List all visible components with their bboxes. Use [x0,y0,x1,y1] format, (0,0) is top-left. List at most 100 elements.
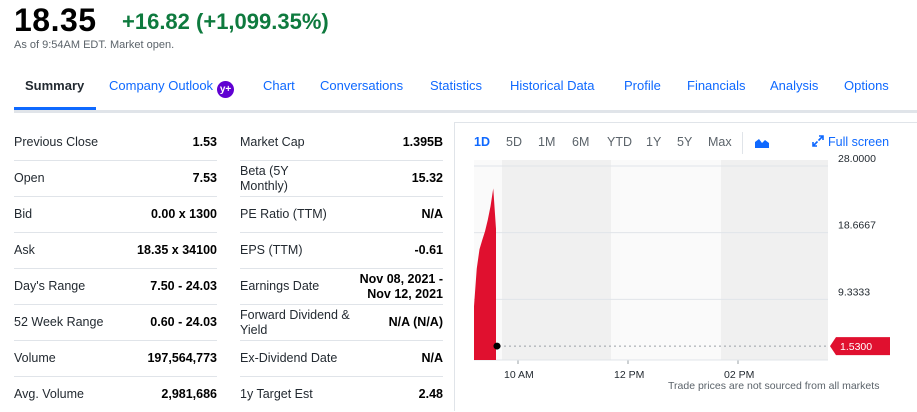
x-tick-label: 10 AM [504,369,534,380]
table-row: Bid 0.00 x 1300 [14,197,217,233]
tab-label: Summary [25,78,85,93]
quote-price: 18.35 [14,2,97,38]
stat-value: 7.53 [192,171,217,185]
table-row: 52 Week Range 0.60 - 24.03 [14,305,217,341]
stat-label: 1y Target Est [240,387,313,401]
stat-value: 2,981,686 [161,387,217,401]
x-tick-label: 02 PM [724,369,754,380]
stat-label: Volume [14,351,56,365]
stat-value: N/A [421,351,443,365]
stat-label: Open [14,171,45,185]
tab-financials[interactable]: Financials [687,78,746,93]
chart-footnote: Trade prices are not sourced from all ma… [668,380,880,392]
stat-label: Previous Close [14,135,99,149]
expand-arrows-icon [812,135,824,147]
tab-options[interactable]: Options [844,78,889,93]
tab-company-outlook[interactable]: Company Outlook y+ [109,78,235,98]
summary-table-right: Market Cap 1.395B Beta (5Y Monthly) 15.32 … [240,125,443,412]
y-tick-label: 18.6667 [838,220,876,232]
tab-summary[interactable]: Summary [25,78,84,93]
stat-label: EPS (TTM) [240,243,303,257]
tab-label: Company Outlook [109,78,214,93]
range-max[interactable]: Max [708,135,732,149]
stat-value: 0.60 - 24.03 [150,315,217,329]
range-5y[interactable]: 5Y [677,135,692,149]
stat-value: Nov 08, 2021 - Nov 12, 2021 [359,271,443,301]
stat-label: Beta (5Y Monthly) [240,163,289,193]
stat-label: PE Ratio (TTM) [240,207,327,221]
stat-value: 2.48 [418,387,443,401]
table-row: Market Cap 1.395B [240,125,443,161]
stat-value: 18.35 x 34100 [137,243,217,257]
full-screen-button[interactable]: Full screen [812,135,889,149]
table-row: Previous Close 1.53 [14,125,217,161]
stat-label: Forward Dividend & Yield [240,307,350,337]
stat-value: 1.53 [192,135,217,149]
full-screen-label: Full screen [828,135,890,149]
stat-value: 1.395B [402,135,443,149]
range-1y[interactable]: 1Y [646,135,661,149]
table-row: Earnings Date Nov 08, 2021 - Nov 12, 2021 [240,269,443,305]
quote-nav-tabs: Summary Company Outlook y+ Chart Conversa… [14,70,917,113]
tab-statistics[interactable]: Statistics [430,78,482,93]
stat-value: N/A [421,207,443,221]
table-row: Ask 18.35 x 34100 [14,233,217,269]
range-5d[interactable]: 5D [506,135,522,149]
stat-value: 197,564,773 [147,351,217,365]
table-row: Beta (5Y Monthly) 15.32 [240,161,443,197]
tab-historical-data[interactable]: Historical Data [510,78,595,93]
stat-label: Bid [14,207,33,221]
table-row: Volume 197,564,773 [14,341,217,377]
quote-as-of: As of 9:54AM EDT. Market open. [14,39,175,51]
table-row: Day's Range 7.50 - 24.03 [14,269,217,305]
tab-profile[interactable]: Profile [624,78,661,93]
range-divider [742,132,743,154]
range-ytd[interactable]: YTD [607,135,632,149]
table-row: Ex-Dividend Date N/A [240,341,443,377]
stat-value: 7.50 - 24.03 [150,279,217,293]
tab-label: Profile [624,78,661,93]
tab-label: Chart [263,78,295,93]
tab-analysis[interactable]: Analysis [770,78,818,93]
table-row: EPS (TTM) -0.61 [240,233,443,269]
session-band [721,160,828,360]
table-row: 1y Target Est 2.48 [240,377,443,412]
tab-label: Options [844,78,889,93]
stat-label: Day's Range [14,279,86,293]
tab-label: Analysis [770,78,819,93]
stat-value: N/A (N/A) [388,315,443,329]
yahoo-plus-badge-icon: y+ [217,81,235,98]
stat-value: -0.61 [414,243,444,257]
current-price-marker [493,342,501,350]
session-band [502,160,611,360]
x-tick-label: 12 PM [614,369,644,380]
stat-label: Market Cap [240,135,305,149]
tab-label: Conversations [320,78,404,93]
y-tick-label: 9.3333 [838,286,870,298]
chart-layer: 28.0000 18.6667 9.3333 10 AM 12 PM 02 PM 1.530… [474,155,890,380]
stat-value: 0.00 x 1300 [150,207,217,221]
quote-change: +16.82 (+1,099.35%) [122,9,329,34]
tab-label: Financials [687,78,746,93]
stat-value: 15.32 [411,171,443,185]
intraday-chart[interactable]: 28.0000 18.6667 9.3333 10 AM 12 PM 02 PM 1.530… [454,155,917,380]
table-row: Forward Dividend & Yield N/A (N/A) [240,305,443,341]
mountain-chart-icon[interactable] [754,137,770,149]
table-row: Avg. Volume 2,981,686 [14,377,217,412]
table-row: Open 7.53 [14,161,217,197]
range-6m[interactable]: 6M [572,135,589,149]
table-row: PE Ratio (TTM) N/A [240,197,443,233]
stat-label: Avg. Volume [14,387,84,401]
stat-label: Ask [14,243,35,257]
range-1d[interactable]: 1D [474,135,490,149]
summary-table-left: Previous Close 1.53 Open 7.53 Bid 0.00 x 13… [14,125,217,412]
range-1m[interactable]: 1M [538,135,555,149]
stat-label: Earnings Date [240,279,320,293]
tab-chart[interactable]: Chart [263,78,295,93]
tab-label: Historical Data [510,78,595,93]
y-tick-label: 28.0000 [838,155,876,165]
active-tab-underline [14,107,96,110]
tab-conversations[interactable]: Conversations [320,78,403,93]
stat-label: 52 Week Range [14,315,104,329]
tab-label: Statistics [430,78,483,93]
